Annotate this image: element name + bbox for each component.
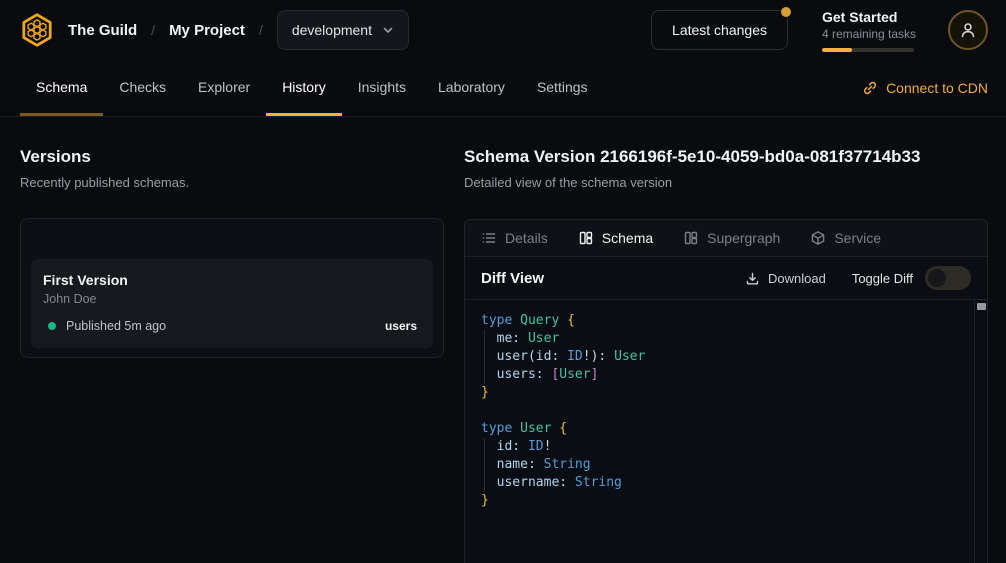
code-line: id: ID! — [481, 438, 959, 456]
main-nav: SchemaChecksExplorerHistoryInsightsLabor… — [0, 60, 1006, 117]
schema-code-area: type Query { me: User user(id: ID!): Use… — [465, 300, 987, 563]
indent-guide — [484, 330, 485, 384]
target-selector-dropdown[interactable]: development — [277, 10, 409, 50]
link-icon — [862, 80, 878, 96]
breadcrumb: The Guild / My Project / — [68, 22, 263, 39]
toggle-diff-switch[interactable] — [925, 266, 971, 290]
detail-tab-service[interactable]: Service — [810, 230, 881, 246]
toggle-diff-label: Toggle Diff — [852, 271, 913, 286]
content: Versions Recently published schemas. Fir… — [0, 117, 1006, 563]
versions-subtitle: Recently published schemas. — [20, 175, 444, 190]
toggle-diff-wrap: Toggle Diff — [852, 266, 971, 290]
tab-settings[interactable]: Settings — [521, 60, 604, 116]
version-service-badge: users — [385, 319, 417, 333]
schema-version-detail-box: Details Schema Supergraph Service Diff View… — [464, 219, 988, 563]
list-icon — [481, 230, 497, 246]
code-line: type User { — [481, 420, 959, 438]
breadcrumb-separator: / — [151, 22, 155, 38]
published-status-dot — [48, 322, 56, 330]
version-author: John Doe — [43, 292, 417, 306]
app-header: The Guild / My Project / development Lat… — [0, 0, 1006, 60]
code-line: users: [User] — [481, 366, 959, 384]
code-line: name: String — [481, 456, 959, 474]
diff-view-title: Diff View — [481, 270, 544, 287]
versions-list-card: First Version John Doe Published 5m ago … — [20, 218, 444, 358]
latest-changes-button[interactable]: Latest changes — [651, 10, 788, 50]
version-status-label: Published 5m ago — [66, 319, 166, 333]
tab-checks[interactable]: Checks — [103, 60, 182, 116]
code-line: username: String — [481, 474, 959, 492]
indent-guide — [484, 438, 485, 492]
connect-to-cdn-label: Connect to CDN — [886, 80, 988, 96]
code-line: me: User — [481, 330, 959, 348]
detail-tab-supergraph[interactable]: Supergraph — [683, 230, 780, 246]
code-scrollbar[interactable] — [974, 300, 987, 563]
columns-icon — [683, 230, 699, 246]
version-status-row: Published 5m ago users — [43, 319, 417, 333]
code-line: } — [481, 384, 959, 402]
detail-tab-details[interactable]: Details — [481, 230, 548, 246]
get-started-subtitle: 4 remaining tasks — [822, 27, 914, 41]
breadcrumb-separator: / — [259, 22, 263, 38]
code-scrollbar-thumb[interactable] — [977, 303, 986, 310]
breadcrumb-org[interactable]: The Guild — [68, 22, 137, 39]
user-avatar[interactable] — [948, 10, 988, 50]
hive-logo-icon[interactable] — [18, 11, 56, 49]
download-button[interactable]: Download — [745, 271, 826, 286]
get-started-progressbar — [822, 48, 914, 52]
main-nav-tabs: SchemaChecksExplorerHistoryInsightsLabor… — [20, 60, 604, 116]
download-icon — [745, 271, 760, 286]
detail-tab-schema[interactable]: Schema — [578, 230, 653, 246]
detail-tab-label: Schema — [602, 230, 653, 246]
tab-laboratory[interactable]: Laboratory — [422, 60, 521, 116]
detail-tab-label: Details — [505, 230, 548, 246]
code-line: type Query { — [481, 312, 959, 330]
breadcrumb-project[interactable]: My Project — [169, 22, 245, 39]
detail-tabs: Details Schema Supergraph Service — [465, 220, 987, 257]
detail-tab-label: Service — [834, 230, 881, 246]
schema-version-panel: Schema Version 2166196f-5e10-4059-bd0a-0… — [464, 117, 988, 563]
tab-explorer[interactable]: Explorer — [182, 60, 266, 116]
code-line: user(id: ID!): User — [481, 348, 959, 366]
code-line: } — [481, 492, 959, 510]
get-started-widget[interactable]: Get Started 4 remaining tasks — [822, 9, 914, 52]
user-icon — [959, 21, 977, 39]
get-started-title: Get Started — [822, 9, 914, 25]
version-list-item[interactable]: First Version John Doe Published 5m ago … — [31, 259, 433, 348]
notification-dot — [781, 7, 791, 17]
tab-insights[interactable]: Insights — [342, 60, 422, 116]
diff-view-toolbar: Diff View Download Toggle Diff — [465, 257, 987, 300]
schema-version-subtitle: Detailed view of the schema version — [464, 175, 988, 190]
tab-schema[interactable]: Schema — [20, 60, 103, 116]
download-label: Download — [768, 271, 826, 286]
chevron-down-icon — [382, 24, 394, 36]
tab-history[interactable]: History — [266, 60, 342, 116]
columns-icon — [578, 230, 594, 246]
toggle-knob — [928, 269, 946, 287]
progress-fill — [822, 48, 852, 52]
connect-to-cdn-button[interactable]: Connect to CDN — [862, 60, 988, 116]
code-block: type Query { me: User user(id: ID!): Use… — [465, 300, 987, 522]
detail-tab-label: Supergraph — [707, 230, 780, 246]
latest-changes-label: Latest changes — [672, 22, 767, 38]
target-selector-value: development — [292, 22, 372, 38]
cube-icon — [810, 230, 826, 246]
schema-version-title: Schema Version 2166196f-5e10-4059-bd0a-0… — [464, 147, 988, 167]
diff-actions: Download Toggle Diff — [745, 266, 971, 290]
code-line — [481, 402, 959, 420]
versions-title: Versions — [20, 147, 444, 167]
version-name: First Version — [43, 272, 417, 288]
header-right: Latest changes Get Started 4 remaining t… — [651, 9, 988, 52]
versions-panel: Versions Recently published schemas. Fir… — [0, 117, 464, 563]
